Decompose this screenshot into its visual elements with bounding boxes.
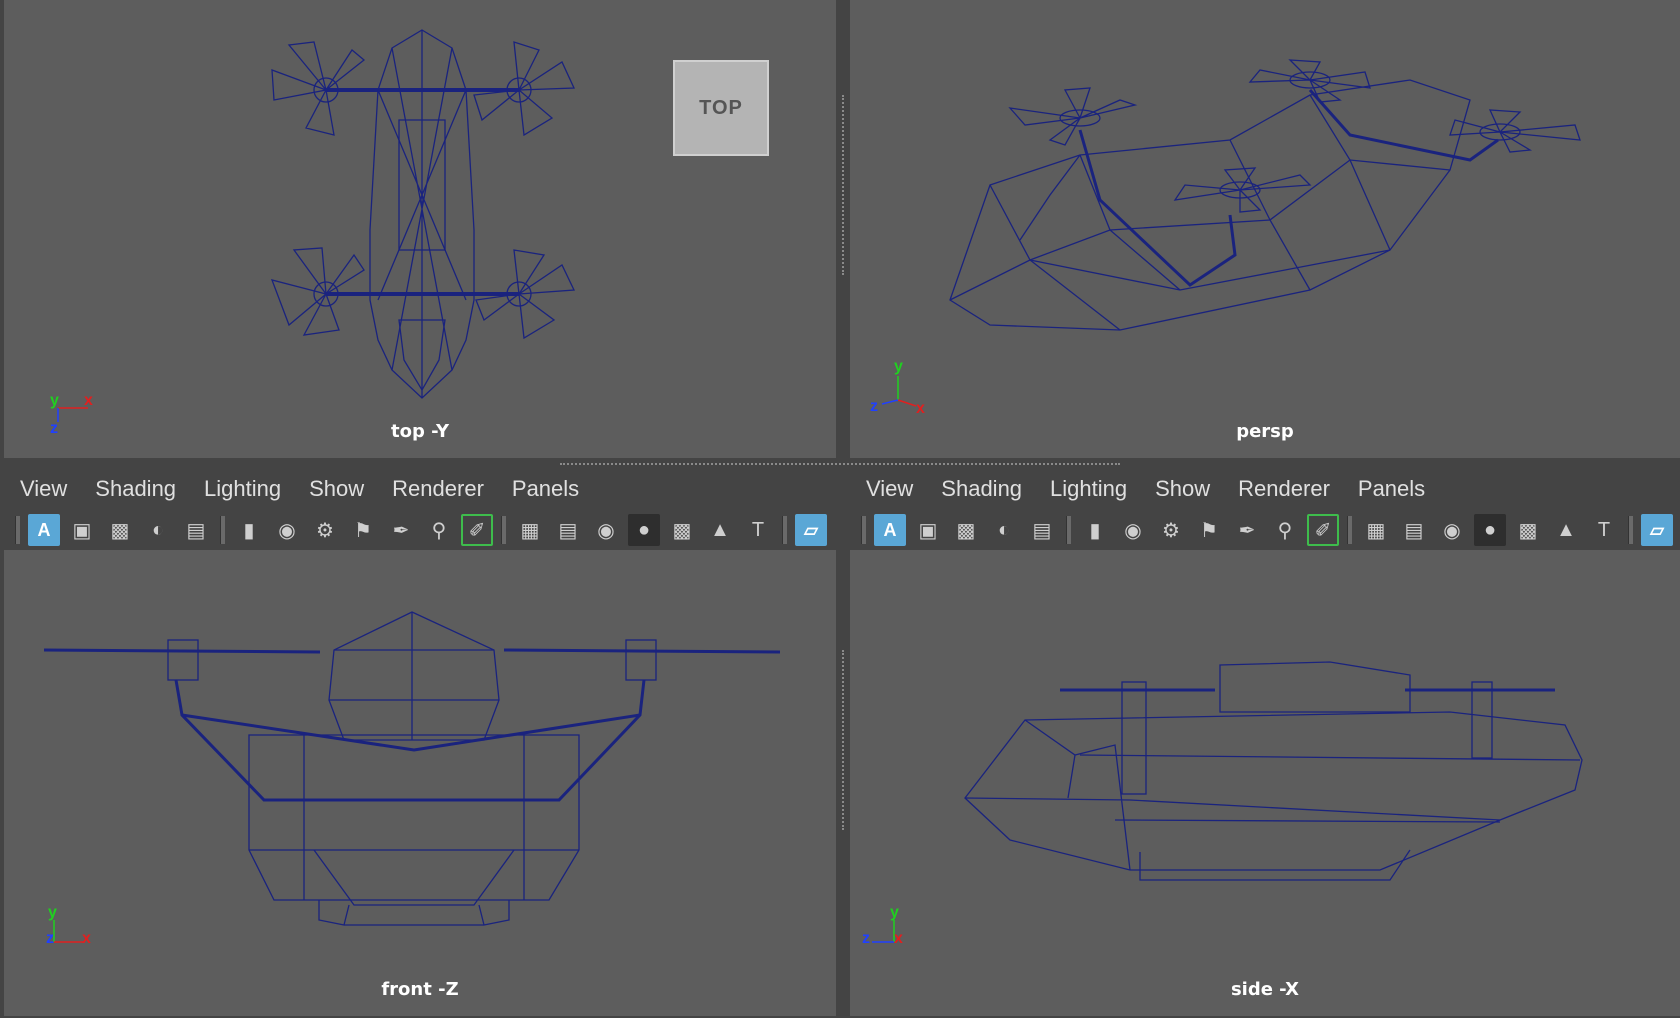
paint-brush-icon[interactable]: ✐ xyxy=(1307,514,1339,546)
layers-icon[interactable]: ▤ xyxy=(180,514,212,546)
panel-menubar: View Shading Lighting Show Renderer Pane… xyxy=(4,470,593,508)
menu-shading[interactable]: Shading xyxy=(81,476,190,502)
safe-action-icon[interactable]: ▲ xyxy=(704,514,736,546)
text-icon[interactable]: T xyxy=(1588,514,1620,546)
grid-sel-icon[interactable]: ▩ xyxy=(104,514,136,546)
gate-mask-icon[interactable]: ● xyxy=(628,514,660,546)
frame-icon[interactable]: ▣ xyxy=(912,514,944,546)
isolate-select-icon[interactable]: A xyxy=(874,514,906,546)
gate-mask-icon[interactable]: ● xyxy=(1474,514,1506,546)
bookmark-icon[interactable]: ⚑ xyxy=(1193,514,1225,546)
panel-toolbar: A ▣ ▩ ◐ ▤ ▮ ◉ ⚙ ⚑ ✒ ⚲ ✐ ▦ ▤ ◉ ● ▩ ▲ T ▱ xyxy=(4,512,830,548)
bookmark-icon[interactable]: ⚑ xyxy=(347,514,379,546)
drone-wireframe-persp xyxy=(949,59,1581,331)
menu-lighting[interactable]: Lighting xyxy=(190,476,295,502)
menu-show[interactable]: Show xyxy=(295,476,378,502)
pen-tool-icon[interactable]: ✒ xyxy=(1231,514,1263,546)
camera-icon[interactable]: ▮ xyxy=(1079,514,1111,546)
zoom-icon[interactable]: ⚲ xyxy=(423,514,455,546)
text-icon[interactable]: T xyxy=(742,514,774,546)
shaded-sphere-icon[interactable]: ◐ xyxy=(142,514,174,546)
toolbar-separator xyxy=(861,516,866,544)
field-chart-icon[interactable]: ▩ xyxy=(1512,514,1544,546)
grid-icon[interactable]: ▦ xyxy=(514,514,546,546)
panel-header-front: View Shading Lighting Show Renderer Pane… xyxy=(4,470,836,550)
lock-camera-icon[interactable]: ◉ xyxy=(1117,514,1149,546)
viewport-top[interactable]: TOP y x z top -Y xyxy=(4,0,836,458)
film-gate-icon[interactable]: ▤ xyxy=(1398,514,1430,546)
viewcube-icon[interactable]: ▱ xyxy=(1641,514,1673,546)
drone-wireframe-side xyxy=(964,661,1583,881)
menu-shading[interactable]: Shading xyxy=(927,476,1036,502)
field-chart-icon[interactable]: ▩ xyxy=(666,514,698,546)
splitter-grip[interactable] xyxy=(842,95,846,275)
toolbar-separator xyxy=(501,516,506,544)
viewport-side[interactable]: y z x side -X xyxy=(850,550,1680,1016)
grid-icon[interactable]: ▦ xyxy=(1360,514,1392,546)
panel-toolbar: A ▣ ▩ ◐ ▤ ▮ ◉ ⚙ ⚑ ✒ ⚲ ✐ ▦ ▤ ◉ ● ▩ ▲ T ▱ xyxy=(850,512,1676,548)
viewport-persp[interactable]: y x z persp xyxy=(850,0,1680,458)
camera-icon[interactable]: ▮ xyxy=(233,514,265,546)
panel-header-side: View Shading Lighting Show Renderer Pane… xyxy=(850,470,1680,550)
toolbar-separator xyxy=(782,516,787,544)
menu-show[interactable]: Show xyxy=(1141,476,1224,502)
splitter-grip[interactable] xyxy=(560,463,1120,467)
rotor-bl xyxy=(270,247,365,336)
zoom-icon[interactable]: ⚲ xyxy=(1269,514,1301,546)
toolbar-separator xyxy=(220,516,225,544)
viewport-front[interactable]: y x z front -Z xyxy=(4,550,836,1016)
toolbar-separator xyxy=(15,516,20,544)
resolution-gate-icon[interactable]: ◉ xyxy=(1436,514,1468,546)
camera-attr-icon[interactable]: ⚙ xyxy=(1155,514,1187,546)
layers-icon[interactable]: ▤ xyxy=(1026,514,1058,546)
viewport-label-persp: persp xyxy=(1236,421,1294,442)
viewport-label-side: side -X xyxy=(1230,979,1300,1000)
view-cube[interactable]: TOP xyxy=(673,60,769,156)
menu-view[interactable]: View xyxy=(4,476,81,502)
menu-lighting[interactable]: Lighting xyxy=(1036,476,1141,502)
drone-wireframe-front xyxy=(43,611,781,926)
isolate-select-icon[interactable]: A xyxy=(28,514,60,546)
splitter-grip[interactable] xyxy=(842,650,846,830)
safe-action-icon[interactable]: ▲ xyxy=(1550,514,1582,546)
shaded-sphere-icon[interactable]: ◐ xyxy=(988,514,1020,546)
toolbar-separator xyxy=(1347,516,1352,544)
grid-sel-icon[interactable]: ▩ xyxy=(950,514,982,546)
menu-view[interactable]: View xyxy=(850,476,927,502)
menu-panels[interactable]: Panels xyxy=(498,476,593,502)
lock-camera-icon[interactable]: ◉ xyxy=(271,514,303,546)
film-gate-icon[interactable]: ▤ xyxy=(552,514,584,546)
viewcube-icon[interactable]: ▱ xyxy=(795,514,827,546)
menu-renderer[interactable]: Renderer xyxy=(378,476,498,502)
toolbar-separator xyxy=(1066,516,1071,544)
menu-renderer[interactable]: Renderer xyxy=(1224,476,1344,502)
camera-attr-icon[interactable]: ⚙ xyxy=(309,514,341,546)
menu-panels[interactable]: Panels xyxy=(1344,476,1439,502)
toolbar-separator xyxy=(1628,516,1633,544)
paint-brush-icon[interactable]: ✐ xyxy=(461,514,493,546)
frame-icon[interactable]: ▣ xyxy=(66,514,98,546)
pen-tool-icon[interactable]: ✒ xyxy=(385,514,417,546)
panel-menubar: View Shading Lighting Show Renderer Pane… xyxy=(850,470,1439,508)
resolution-gate-icon[interactable]: ◉ xyxy=(590,514,622,546)
viewport-label-front: front -Z xyxy=(381,979,459,1000)
viewport-label-top: top -Y xyxy=(391,421,449,442)
